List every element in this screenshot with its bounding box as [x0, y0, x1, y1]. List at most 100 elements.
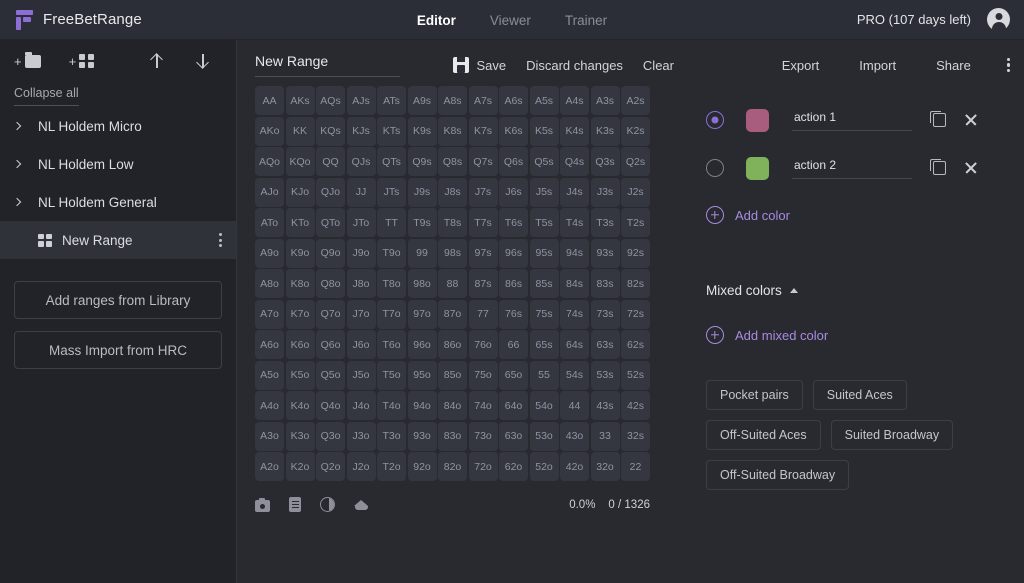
hand-cell-j3s[interactable]: J3s: [591, 178, 620, 207]
hand-cell-k6s[interactable]: K6s: [499, 117, 528, 146]
add-color-button[interactable]: Add color: [692, 206, 1024, 224]
hand-cell-t5s[interactable]: T5s: [530, 208, 559, 237]
hand-cell-q8o[interactable]: Q8o: [316, 269, 345, 298]
hand-cell-96o[interactable]: 96o: [408, 330, 437, 359]
hand-cell-k2o[interactable]: K2o: [286, 452, 315, 481]
hand-cell-q7o[interactable]: Q7o: [316, 300, 345, 329]
hand-cell-ats[interactable]: ATs: [377, 86, 406, 115]
action-name-input-2[interactable]: [792, 158, 912, 179]
hand-cell-54o[interactable]: 54o: [530, 391, 559, 420]
hand-cell-q2o[interactable]: Q2o: [316, 452, 345, 481]
hand-cell-95s[interactable]: 95s: [530, 239, 559, 268]
hand-cell-j8s[interactable]: J8s: [438, 178, 467, 207]
hand-cell-a7s[interactable]: A7s: [469, 86, 498, 115]
save-button[interactable]: Save: [453, 57, 506, 73]
hand-cell-62o[interactable]: 62o: [499, 452, 528, 481]
hand-cell-t3o[interactable]: T3o: [377, 422, 406, 451]
hand-cell-a5s[interactable]: A5s: [530, 86, 559, 115]
hand-cell-t7o[interactable]: T7o: [377, 300, 406, 329]
hand-cell-43s[interactable]: 43s: [591, 391, 620, 420]
hand-cell-93o[interactable]: 93o: [408, 422, 437, 451]
add-mixed-color-button[interactable]: Add mixed color: [692, 326, 1024, 344]
nav-item-trainer[interactable]: Trainer: [565, 13, 607, 28]
hand-cell-q2s[interactable]: Q2s: [621, 147, 650, 176]
hand-cell-99[interactable]: 99: [408, 239, 437, 268]
hand-cell-jto[interactable]: JTo: [347, 208, 376, 237]
discard-changes-button[interactable]: Discard changes: [526, 58, 623, 73]
import-button[interactable]: Import: [859, 58, 896, 73]
hand-cell-74s[interactable]: 74s: [560, 300, 589, 329]
arrow-down-icon[interactable]: [194, 52, 212, 70]
kebab-menu-icon[interactable]: [219, 233, 222, 247]
sidebar-item-nl-holdem-general[interactable]: NL Holdem General: [0, 183, 236, 221]
hand-cell-t2o[interactable]: T2o: [377, 452, 406, 481]
hand-cell-t9o[interactable]: T9o: [377, 239, 406, 268]
hand-cell-72o[interactable]: 72o: [469, 452, 498, 481]
hand-cell-a8o[interactable]: A8o: [255, 269, 284, 298]
hand-cell-j2s[interactable]: J2s: [621, 178, 650, 207]
hand-cell-k4s[interactable]: K4s: [560, 117, 589, 146]
hand-cell-qjo[interactable]: QJo: [316, 178, 345, 207]
nav-item-viewer[interactable]: Viewer: [490, 13, 531, 28]
hand-cell-97s[interactable]: 97s: [469, 239, 498, 268]
hand-cell-96s[interactable]: 96s: [499, 239, 528, 268]
hand-cell-73s[interactable]: 73s: [591, 300, 620, 329]
hand-cell-q9o[interactable]: Q9o: [316, 239, 345, 268]
hand-cell-a6o[interactable]: A6o: [255, 330, 284, 359]
hand-cell-22[interactable]: 22: [621, 452, 650, 481]
hand-cell-85s[interactable]: 85s: [530, 269, 559, 298]
hand-cell-k7s[interactable]: K7s: [469, 117, 498, 146]
hand-cell-j9s[interactable]: J9s: [408, 178, 437, 207]
hand-cell-87s[interactable]: 87s: [469, 269, 498, 298]
action-radio-1[interactable]: [706, 111, 724, 129]
hand-cell-qq[interactable]: QQ: [316, 147, 345, 176]
hand-cell-52o[interactable]: 52o: [530, 452, 559, 481]
duplicate-icon[interactable]: [933, 161, 946, 175]
hand-cell-k3s[interactable]: K3s: [591, 117, 620, 146]
hand-grid[interactable]: AAAKsAQsAJsATsA9sA8sA7sA6sA5sA4sA3sA2sAK…: [255, 86, 650, 481]
hand-cell-kts[interactable]: KTs: [377, 117, 406, 146]
hand-cell-j5s[interactable]: J5s: [530, 178, 559, 207]
preset-chip-off-suited-aces[interactable]: Off-Suited Aces: [706, 420, 821, 450]
hand-cell-88[interactable]: 88: [438, 269, 467, 298]
collapse-all-button[interactable]: Collapse all: [0, 82, 236, 107]
hand-cell-kto[interactable]: KTo: [286, 208, 315, 237]
hand-cell-82s[interactable]: 82s: [621, 269, 650, 298]
hand-cell-j6s[interactable]: J6s: [499, 178, 528, 207]
hand-cell-q5s[interactable]: Q5s: [530, 147, 559, 176]
hand-cell-k3o[interactable]: K3o: [286, 422, 315, 451]
hand-cell-t8s[interactable]: T8s: [438, 208, 467, 237]
document-icon[interactable]: [289, 497, 301, 512]
hand-cell-q3o[interactable]: Q3o: [316, 422, 345, 451]
preset-chip-suited-aces[interactable]: Suited Aces: [813, 380, 907, 410]
hand-cell-aa[interactable]: AA: [255, 86, 284, 115]
hand-cell-ajo[interactable]: AJo: [255, 178, 284, 207]
hand-cell-t4o[interactable]: T4o: [377, 391, 406, 420]
close-icon[interactable]: [964, 113, 978, 127]
hand-cell-a8s[interactable]: A8s: [438, 86, 467, 115]
duplicate-icon[interactable]: [933, 113, 946, 127]
hand-cell-76o[interactable]: 76o: [469, 330, 498, 359]
hand-cell-84o[interactable]: 84o: [438, 391, 467, 420]
hand-cell-jj[interactable]: JJ: [347, 178, 376, 207]
hand-cell-82o[interactable]: 82o: [438, 452, 467, 481]
contrast-icon[interactable]: [320, 497, 335, 512]
hand-cell-t6o[interactable]: T6o: [377, 330, 406, 359]
hand-cell-94s[interactable]: 94s: [560, 239, 589, 268]
hand-cell-t5o[interactable]: T5o: [377, 361, 406, 390]
hand-cell-74o[interactable]: 74o: [469, 391, 498, 420]
hand-cell-42s[interactable]: 42s: [621, 391, 650, 420]
color-swatch-2[interactable]: [746, 157, 769, 180]
hand-cell-83s[interactable]: 83s: [591, 269, 620, 298]
hand-cell-a7o[interactable]: A7o: [255, 300, 284, 329]
hand-cell-k5s[interactable]: K5s: [530, 117, 559, 146]
hand-cell-k7o[interactable]: K7o: [286, 300, 315, 329]
hand-cell-aks[interactable]: AKs: [286, 86, 315, 115]
hand-cell-qts[interactable]: QTs: [377, 147, 406, 176]
sidebar-item-nl-holdem-low[interactable]: NL Holdem Low: [0, 145, 236, 183]
hand-cell-ako[interactable]: AKo: [255, 117, 284, 146]
hand-cell-86s[interactable]: 86s: [499, 269, 528, 298]
hand-cell-87o[interactable]: 87o: [438, 300, 467, 329]
hand-cell-33[interactable]: 33: [591, 422, 620, 451]
preset-chip-pocket-pairs[interactable]: Pocket pairs: [706, 380, 803, 410]
